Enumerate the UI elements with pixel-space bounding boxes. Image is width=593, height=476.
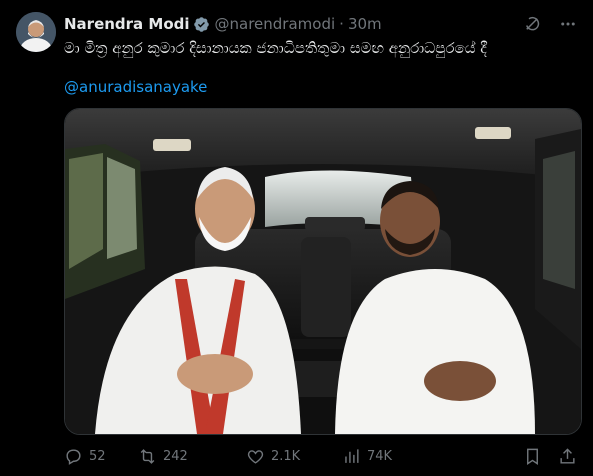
author-avatar[interactable] bbox=[16, 12, 56, 52]
tweet-text: මා මිත්‍ර අනුර කුමාර දිසානායක ජනාධිපතිතු… bbox=[64, 39, 487, 57]
tweet-photo[interactable] bbox=[64, 108, 582, 435]
repost-icon bbox=[140, 448, 155, 464]
tweet-actions: 52 242 2.1K 74K bbox=[64, 444, 577, 468]
author-name[interactable]: Narendra Modi bbox=[64, 15, 190, 33]
views-button[interactable]: 74K bbox=[342, 447, 422, 466]
reply-button[interactable]: 52 bbox=[64, 447, 138, 466]
reply-count: 52 bbox=[89, 448, 106, 464]
mention-link[interactable]: @anuradisanayake bbox=[64, 78, 207, 96]
verified-badge-icon bbox=[193, 16, 210, 33]
share-icon[interactable] bbox=[558, 447, 577, 466]
bookmark-icon[interactable] bbox=[523, 447, 542, 466]
views-icon bbox=[345, 448, 359, 463]
reply-icon bbox=[66, 448, 81, 465]
author-handle[interactable]: @narendramodi bbox=[215, 15, 336, 33]
more-icon[interactable] bbox=[559, 15, 577, 33]
grok-icon[interactable] bbox=[523, 15, 541, 33]
tweet-header: Narendra Modi @narendramodi · 30m bbox=[64, 13, 577, 35]
views-count: 74K bbox=[367, 448, 393, 464]
repost-count: 242 bbox=[163, 448, 188, 464]
like-count: 2.1K bbox=[271, 448, 301, 464]
separator-dot: · bbox=[339, 15, 344, 33]
like-icon bbox=[247, 449, 264, 464]
like-button[interactable]: 2.1K bbox=[246, 447, 336, 466]
repost-button[interactable]: 242 bbox=[138, 447, 226, 466]
post-time[interactable]: 30m bbox=[348, 15, 382, 33]
